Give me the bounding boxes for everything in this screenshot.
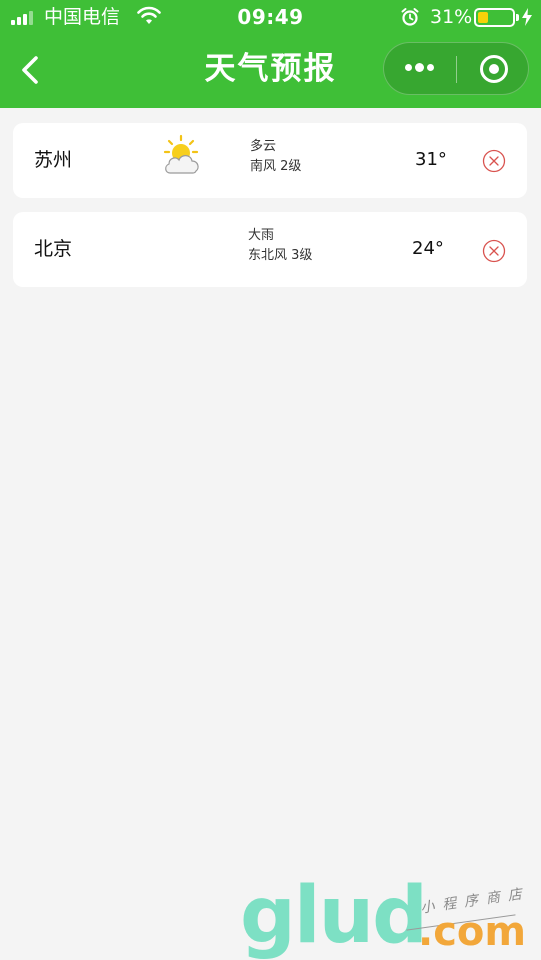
weather-condition: 大雨 <box>248 228 275 243</box>
capsule-menu <box>383 42 529 95</box>
close-miniprogram-button[interactable] <box>457 43 529 96</box>
city-name: 苏州 <box>34 149 73 171</box>
header: 中国电信 09:49 31% 天气预报 <box>0 0 541 108</box>
wind-info: 东北风 3级 <box>248 248 313 263</box>
watermark-brand: glud <box>240 871 428 960</box>
battery-percent: 31% <box>430 6 473 28</box>
temperature: 24° <box>412 238 444 259</box>
temperature: 31° <box>415 149 447 170</box>
watermark: glud 小程序商店 .com <box>240 876 540 960</box>
target-circle-icon <box>480 55 508 83</box>
weather-desc: 多云 南风 2级 <box>250 137 301 177</box>
remove-city-button[interactable] <box>482 239 506 263</box>
nav-bar: 天气预报 <box>0 34 541 108</box>
watermark-domain: .com <box>418 909 527 955</box>
city-name: 北京 <box>34 238 73 260</box>
weather-condition: 多云 <box>250 139 277 154</box>
city-card[interactable]: 苏州 多云 南风 2级 31° <box>13 123 527 198</box>
alarm-icon <box>401 8 419 26</box>
charging-icon <box>522 8 532 26</box>
more-menu-button[interactable] <box>384 43 456 96</box>
wind-info: 南风 2级 <box>250 159 302 174</box>
remove-city-button[interactable] <box>482 149 506 173</box>
more-dots-icon <box>405 63 435 74</box>
weather-desc: 大雨 东北风 3级 <box>248 226 312 266</box>
battery-icon <box>474 8 519 27</box>
partly-cloudy-icon <box>163 134 199 174</box>
status-bar: 中国电信 09:49 31% <box>0 0 541 34</box>
city-card[interactable]: 北京 大雨 东北风 3级 24° <box>13 212 527 287</box>
